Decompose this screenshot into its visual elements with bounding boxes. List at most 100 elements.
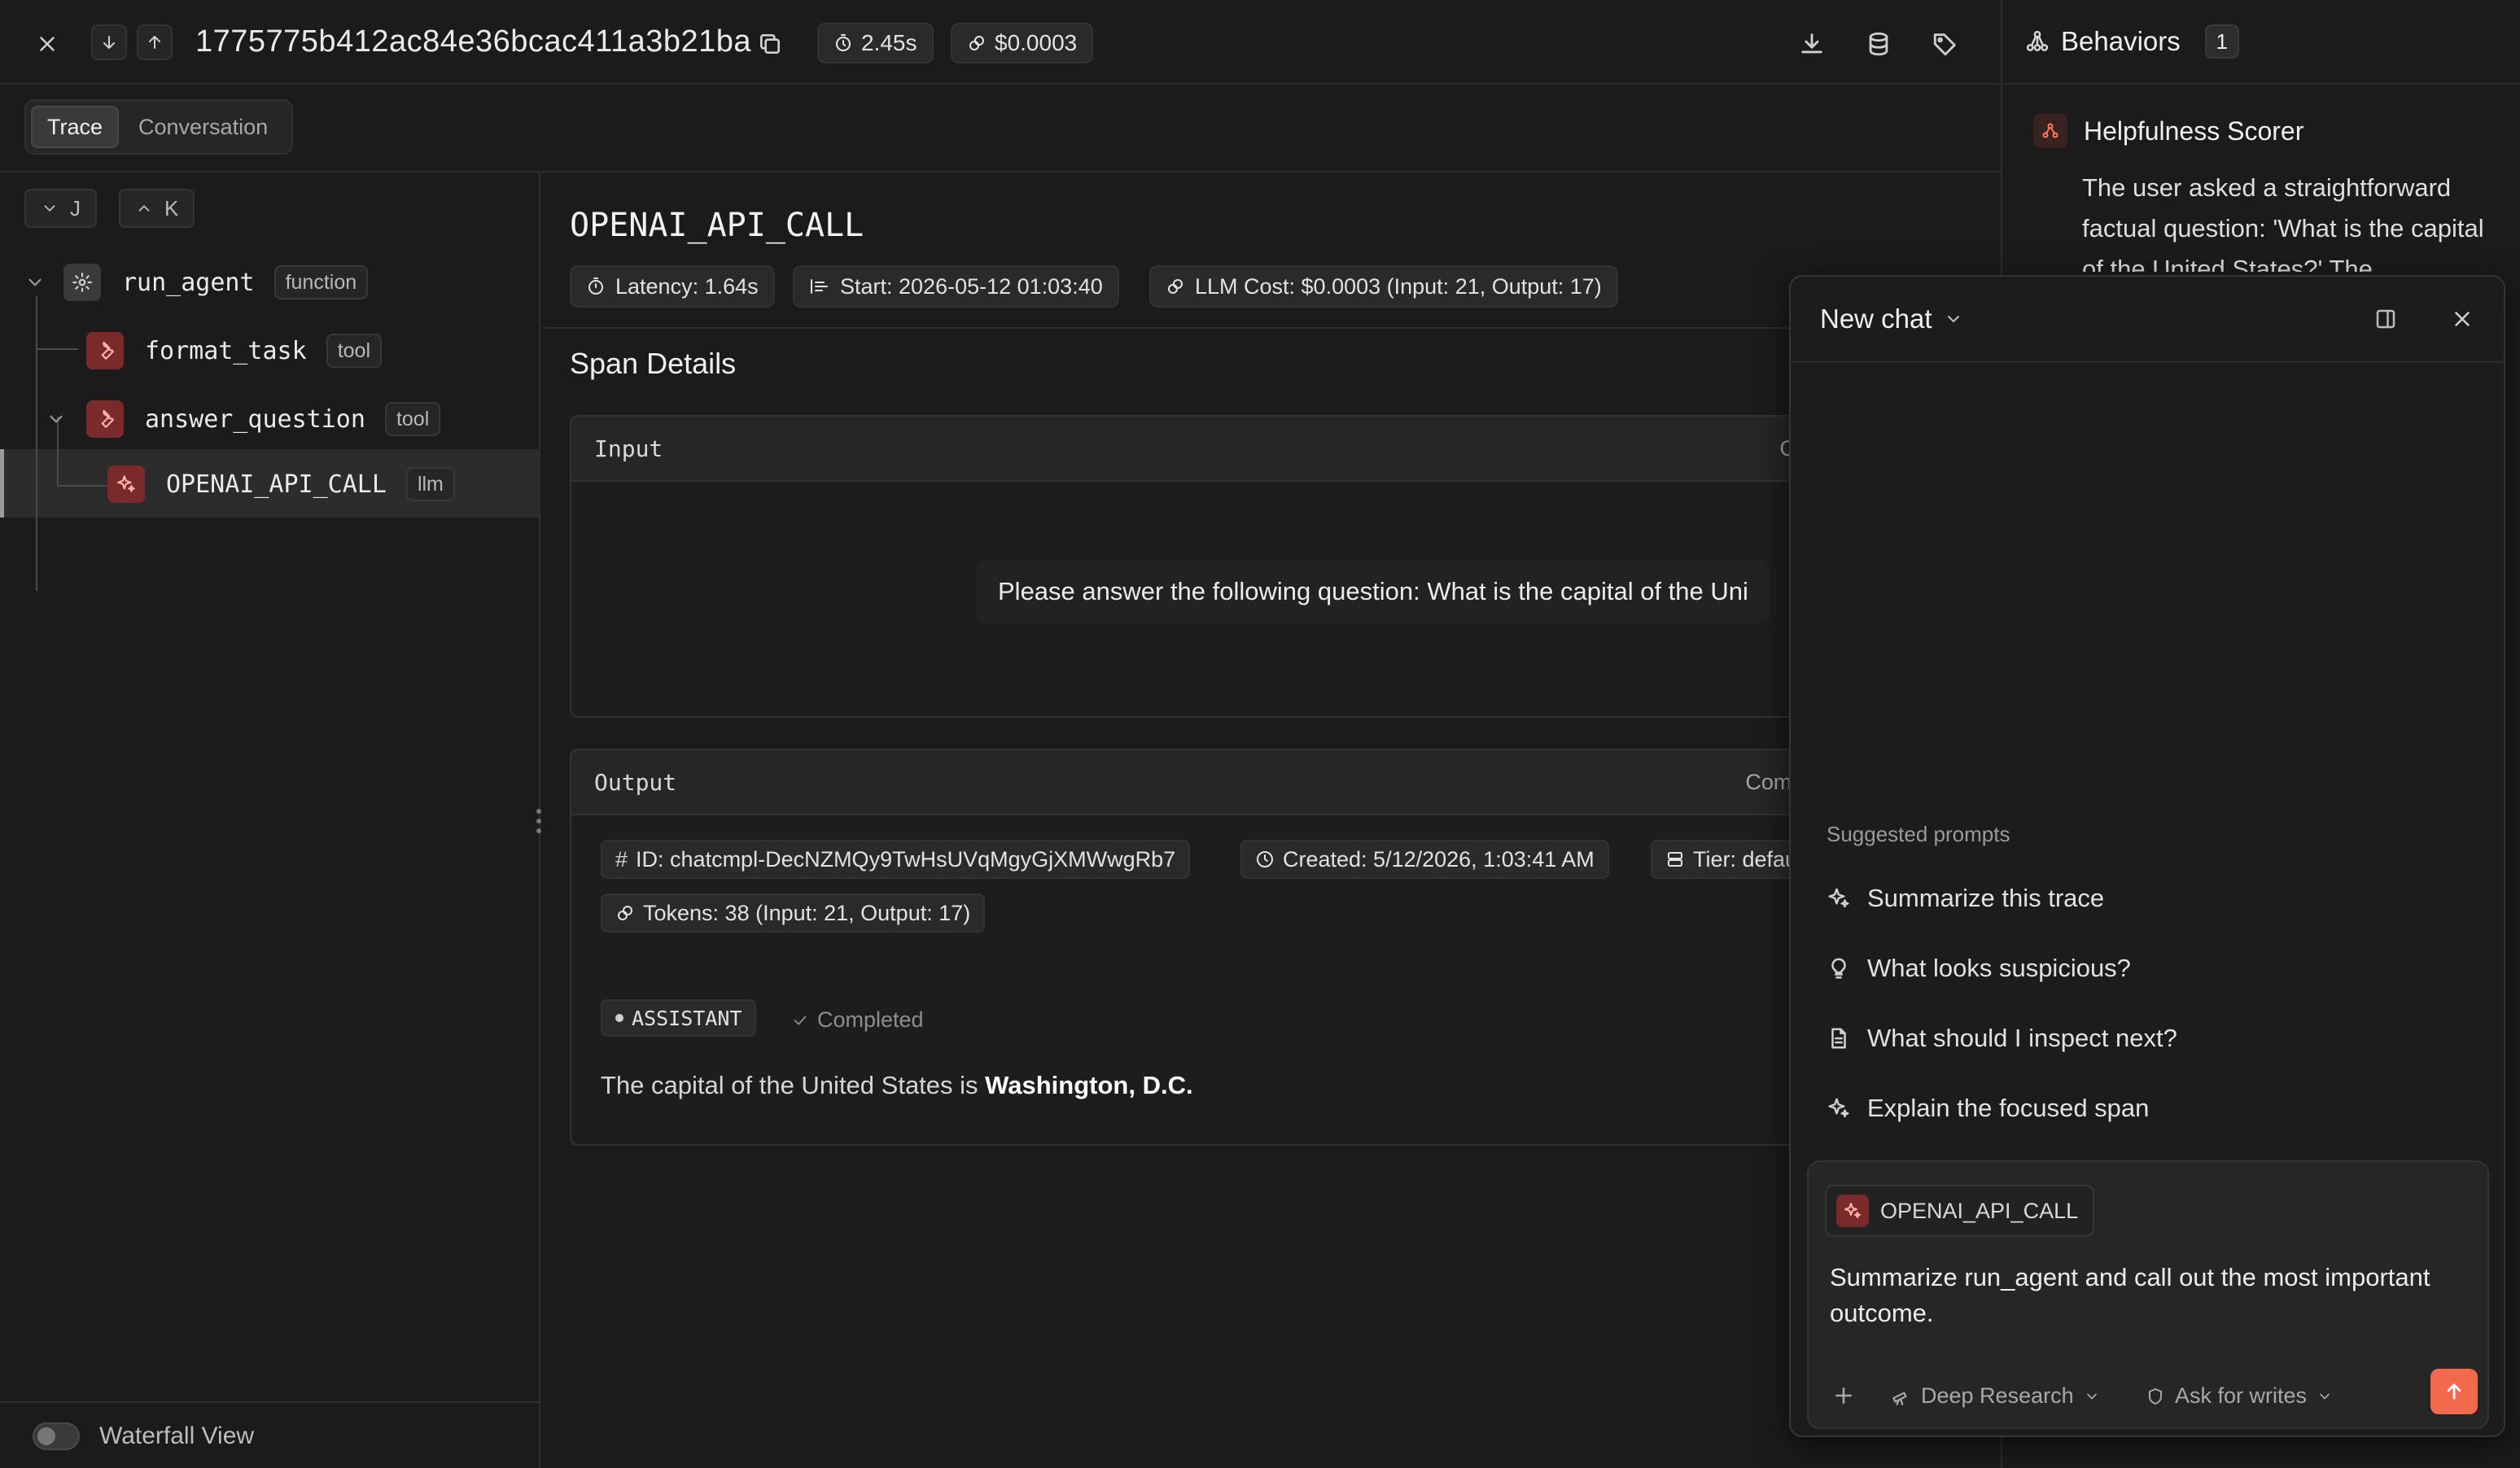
chat-input[interactable]: Summarize run_agent and call out the mos…: [1830, 1260, 2473, 1331]
span-tree-panel: J K run_agent function format_task tool …: [0, 171, 540, 1468]
answer-text: The capital of the United States is: [601, 1071, 986, 1099]
check-icon: [794, 1016, 807, 1025]
copy-icon[interactable]: [752, 26, 788, 62]
previous-span-button[interactable]: K: [119, 189, 195, 228]
created-chip: Created: 5/12/2026, 1:03:41 AM: [1240, 840, 1609, 879]
role-value: ASSISTANT: [632, 1006, 742, 1030]
previous-span-key: K: [164, 195, 179, 221]
tier-value: Tier: defau: [1693, 846, 1798, 872]
next-span-button[interactable]: J: [24, 189, 97, 228]
tab-trace[interactable]: Trace: [31, 106, 120, 148]
llm-cost-chip: LLM Cost: $0.0003 (Input: 21, Output: 17…: [1149, 265, 1618, 308]
user-message: Please answer the following question: Wh…: [977, 560, 1770, 623]
add-attachment-button[interactable]: [1831, 1383, 1856, 1408]
plus-icon: [1835, 1387, 1852, 1404]
wrench-icon: [86, 400, 124, 438]
behaviors-count: 1: [2204, 24, 2239, 59]
divider: [542, 327, 2001, 329]
arrow-up-icon: [149, 36, 160, 49]
tab-conversation[interactable]: Conversation: [124, 106, 282, 148]
span-name: run_agent: [122, 268, 255, 297]
chat-header: New chat: [1791, 277, 2504, 363]
tree-line: [57, 485, 107, 487]
network-icon: [2033, 114, 2067, 148]
sidebar-toggle-icon[interactable]: [2373, 307, 2398, 331]
clock-icon: [1257, 851, 1273, 867]
span-name: OPENAI_API_CALL: [166, 470, 387, 499]
timer-icon: [588, 277, 603, 295]
tag-icon[interactable]: [1926, 24, 1965, 63]
span-node-format-task[interactable]: format_task tool: [86, 332, 382, 369]
chevron-down-icon: [44, 205, 55, 212]
resize-handle[interactable]: [536, 807, 542, 837]
span-node-openai-api-call[interactable]: OPENAI_API_CALL llm: [107, 465, 455, 503]
latency-value: Latency: 1.64s: [615, 273, 759, 299]
answer-highlight: Washington, D.C.: [985, 1071, 1193, 1099]
status-value: Completed: [817, 1007, 924, 1032]
completion-id-chip: # ID: chatcmpl-DecNZMQy9TwHsUVqMgyGjXMWw…: [601, 840, 1191, 879]
chevron-down-icon[interactable]: [1944, 309, 1963, 329]
cost-pill: $0.0003: [951, 23, 1094, 63]
prompt-label: Summarize this trace: [1867, 884, 2105, 912]
chevron-down-icon[interactable]: [24, 272, 46, 293]
chat-title[interactable]: New chat: [1820, 304, 1932, 334]
network-icon: [2026, 30, 2049, 51]
scorer-header[interactable]: Helpfulness Scorer: [2033, 114, 2303, 148]
prompt-suspicious[interactable]: What looks suspicious?: [1827, 954, 2131, 983]
prompt-explain-span[interactable]: Explain the focused span: [1827, 1094, 2149, 1123]
span-name: format_task: [145, 336, 307, 365]
dot-icon: [615, 1014, 623, 1022]
prompt-inspect-next[interactable]: What should I inspect next?: [1827, 1024, 2177, 1053]
span-type-badge: llm: [405, 467, 455, 501]
shield-icon: [2149, 1387, 2162, 1405]
output-card: Output Completion Response # ID: chatcmp…: [570, 749, 1986, 1146]
role-badge: ASSISTANT: [601, 999, 757, 1037]
mode-selector[interactable]: Deep Research: [1890, 1383, 2100, 1409]
span-type-badge: function: [273, 265, 369, 299]
coins-icon: [618, 906, 632, 920]
close-icon[interactable]: [2450, 307, 2474, 331]
context-chip[interactable]: OPENAI_API_CALL: [1825, 1185, 2095, 1237]
span-node-run-agent[interactable]: run_agent function: [24, 264, 369, 301]
previous-trace-button[interactable]: [137, 24, 173, 60]
scorer-name: Helpfulness Scorer: [2084, 116, 2304, 146]
suggested-prompts-label: Suggested prompts: [1827, 822, 2010, 846]
span-title: OPENAI_API_CALL: [570, 207, 864, 244]
mode-label: Deep Research: [1921, 1383, 2074, 1408]
telescope-icon: [1892, 1392, 1907, 1405]
close-icon[interactable]: [29, 26, 65, 62]
permission-selector[interactable]: Ask for writes: [2146, 1383, 2333, 1409]
send-button[interactable]: [2430, 1369, 2478, 1414]
prompt-label: What should I inspect next?: [1867, 1024, 2177, 1052]
tree-line: [36, 296, 37, 591]
start-value: Start: 2026-05-12 01:03:40: [840, 273, 1103, 299]
next-trace-button[interactable]: [91, 24, 127, 60]
input-card: Input Chat Conversation Please answer th…: [570, 415, 1986, 718]
sparkles-icon: [1828, 1098, 1849, 1118]
chat-panel: New chat Suggested prompts Summarize thi…: [1789, 275, 2505, 1437]
span-type-badge: tool: [326, 334, 382, 368]
prompt-summarize-trace[interactable]: Summarize this trace: [1827, 884, 2104, 913]
span-node-answer-question[interactable]: answer_question tool: [46, 400, 441, 438]
assistant-answer: The capital of the United States is Wash…: [601, 1071, 1193, 1100]
coins-icon: [1168, 279, 1183, 294]
context-chip-label: OPENAI_API_CALL: [1880, 1198, 2079, 1223]
waterfall-view-toggle[interactable]: Waterfall View: [0, 1401, 539, 1468]
status-indicator: Completed: [791, 1007, 924, 1033]
gear-icon: [63, 264, 101, 301]
duration-value: 2.45s: [861, 30, 917, 55]
chevron-down-icon[interactable]: [46, 409, 67, 430]
behaviors-header: Behaviors 1: [2004, 0, 2520, 85]
download-icon[interactable]: [1792, 24, 1831, 63]
chevron-down-icon: [2320, 1393, 2330, 1399]
arrow-down-icon: [103, 36, 115, 49]
trace-id: 1775775b412ac84e36bcac411a3b21ba: [195, 24, 752, 59]
database-icon[interactable]: [1859, 24, 1898, 63]
waterfall-switch[interactable]: [33, 1422, 80, 1450]
tokens-value: Tokens: 38 (Input: 21, Output: 17): [643, 900, 971, 925]
arrow-up-icon: [2447, 1383, 2461, 1400]
next-span-key: J: [70, 195, 81, 221]
latency-chip: Latency: 1.64s: [570, 265, 775, 308]
start-chip: Start: 2026-05-12 01:03:40: [793, 265, 1119, 308]
duration-pill: 2.45s: [817, 23, 934, 63]
